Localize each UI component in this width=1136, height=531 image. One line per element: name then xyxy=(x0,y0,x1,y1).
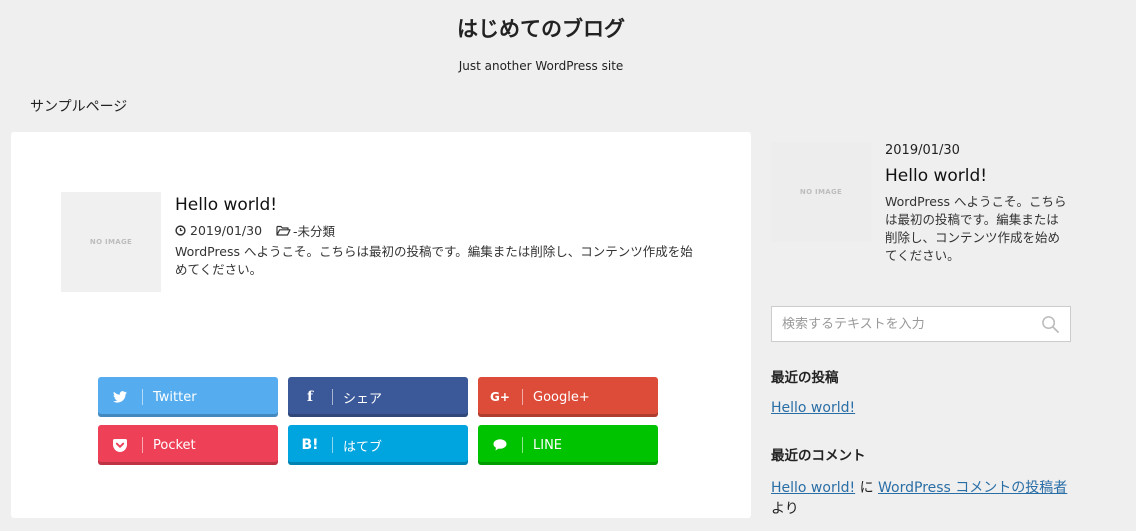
facebook-icon: f xyxy=(306,389,314,405)
post-meta: 2019/01/30 -未分類 xyxy=(175,221,335,240)
googleplus-icon: G+ xyxy=(490,390,510,404)
speech-bubble-icon xyxy=(478,435,522,455)
recent-comment-item: Hello world! に WordPress コメントの投稿者 より xyxy=(771,478,1081,520)
separator xyxy=(142,389,143,405)
twitter-bird-icon xyxy=(98,387,142,407)
share-pocket-button[interactable]: Pocket xyxy=(98,425,278,465)
nav-item-sample-page[interactable]: サンプルページ xyxy=(30,96,127,116)
separator xyxy=(332,437,333,453)
post-excerpt: WordPress へようこそ。こちらは最初の投稿です。編集または削除し、コンテ… xyxy=(175,244,693,277)
search-icon[interactable] xyxy=(1041,315,1060,338)
clock-icon xyxy=(175,225,186,236)
recent-posts-heading: 最近の投稿 xyxy=(771,370,839,386)
sidebar-featured-excerpt: WordPress へようこそ。こちらは最初の投稿です。編集または削除し、コンテ… xyxy=(885,194,1067,263)
pocket-icon xyxy=(98,435,142,455)
comment-post-link[interactable]: Hello world! xyxy=(771,480,855,496)
comment-author-link[interactable]: WordPress コメントの投稿者 xyxy=(878,480,1067,496)
folder-open-icon xyxy=(276,225,291,236)
share-facebook-label: シェア xyxy=(343,391,383,407)
separator xyxy=(522,389,523,405)
share-pocket-label: Pocket xyxy=(153,437,196,453)
site-title[interactable]: はじめてのブログ xyxy=(0,13,1082,43)
comment-suffix: より xyxy=(771,501,799,517)
main-content: NO IMAGE Hello world! 2019/01/30 -未分類 Wo… xyxy=(11,132,751,518)
search-input[interactable] xyxy=(772,307,1022,341)
hatena-bookmark-icon: B! xyxy=(301,437,319,453)
share-facebook-button[interactable]: f シェア xyxy=(288,377,468,417)
no-image-text: NO IMAGE xyxy=(89,238,133,246)
recent-post-link[interactable]: Hello world! xyxy=(771,400,855,416)
post-category[interactable]: -未分類 xyxy=(276,221,335,240)
share-line-label: LINE xyxy=(533,437,563,453)
search-form xyxy=(771,306,1071,342)
no-image-text: NO IMAGE xyxy=(799,188,843,196)
share-twitter-label: Twitter xyxy=(153,389,197,405)
site-description: Just another WordPress site xyxy=(458,59,624,73)
post-date: 2019/01/30 xyxy=(190,223,263,238)
sidebar-featured-title[interactable]: Hello world! xyxy=(885,166,987,186)
post-thumbnail[interactable]: NO IMAGE xyxy=(61,192,161,292)
post-category-label[interactable]: -未分類 xyxy=(293,221,335,240)
sidebar-featured-date: 2019/01/30 xyxy=(885,143,960,158)
share-hatena-button[interactable]: B! はてブ xyxy=(288,425,468,465)
post-title[interactable]: Hello world! xyxy=(175,195,277,215)
share-hatena-label: はてブ xyxy=(343,439,383,455)
share-twitter-button[interactable]: Twitter xyxy=(98,377,278,417)
separator xyxy=(142,437,143,453)
separator xyxy=(332,389,333,405)
comment-connector: に xyxy=(859,480,874,496)
separator xyxy=(522,437,523,453)
recent-comments-heading: 最近のコメント xyxy=(771,448,866,464)
share-line-button[interactable]: LINE xyxy=(478,425,658,465)
share-googleplus-button[interactable]: G+ Google+ xyxy=(478,377,658,417)
share-googleplus-label: Google+ xyxy=(533,389,590,405)
sidebar-featured-thumbnail[interactable]: NO IMAGE xyxy=(771,142,871,242)
